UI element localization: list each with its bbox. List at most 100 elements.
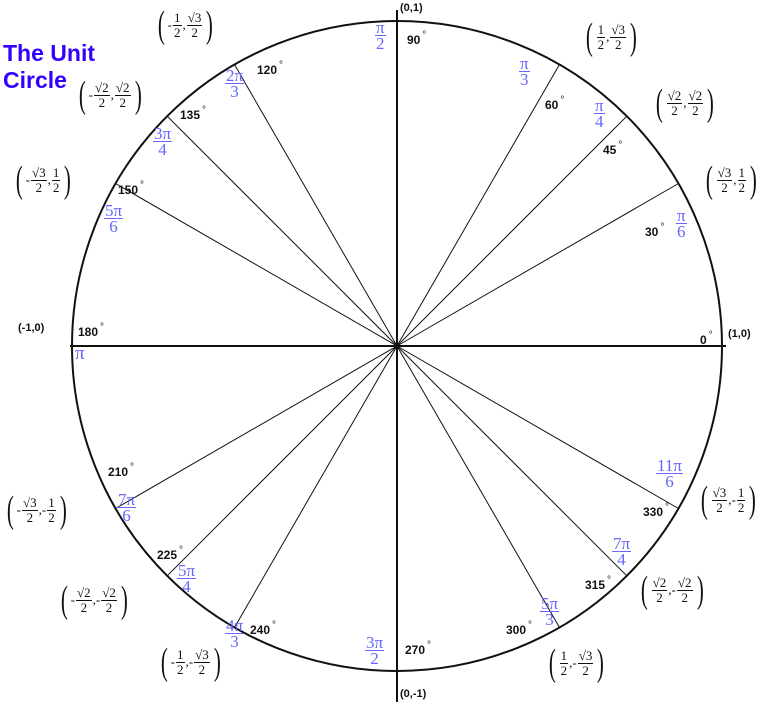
fraction-numerator: √2	[651, 574, 668, 591]
radius-line-30	[396, 183, 679, 347]
degree-value: 315	[585, 578, 606, 592]
degree-value: 240	[250, 623, 271, 637]
fraction-denominator: 2	[582, 662, 589, 678]
radian-denominator: 3	[545, 610, 554, 629]
right-paren: )	[749, 479, 757, 521]
sign: -	[731, 492, 736, 507]
radius-line-300	[396, 345, 560, 628]
fraction-numerator: 1	[173, 9, 182, 26]
radian-denominator: 4	[595, 112, 604, 131]
left-paren: (	[160, 641, 168, 683]
radian-denominator: 2	[370, 649, 379, 668]
coordinate-label-60: (1 2, √3 2)	[583, 16, 640, 58]
coordinate-fraction: √3 2	[610, 22, 627, 52]
degree-symbol: °	[202, 105, 207, 116]
degree-symbol: °	[279, 60, 284, 71]
degree-label-30: 30 °	[645, 222, 664, 239]
right-paren: )	[59, 489, 67, 531]
comma: ,	[110, 87, 114, 102]
radius-line-330	[396, 345, 679, 509]
coordinate-label-240: (-1 2, - √3 2)	[158, 641, 223, 683]
coordinate-label-180: (-1,0)	[18, 322, 45, 334]
degree-label-330: 330 °	[643, 502, 669, 519]
right-paren: )	[629, 16, 637, 58]
left-paren: (	[655, 82, 663, 124]
right-paren: )	[64, 159, 72, 201]
degree-symbol: °	[130, 462, 135, 473]
fraction-numerator: √2	[114, 79, 131, 96]
fraction-denominator: 2	[597, 36, 605, 52]
coordinate-label-150: (- √3 2, 1 2)	[13, 159, 74, 201]
coordinate-fraction: √2 2	[101, 585, 117, 615]
radius-line-225	[166, 345, 398, 577]
coordinate-fraction: √3 2	[186, 10, 203, 40]
fraction-denominator: 2	[174, 24, 181, 40]
degree-label-300: 300 °	[506, 620, 532, 637]
degree-label-90: 90 °	[407, 30, 426, 47]
sign: -	[70, 592, 75, 607]
comma: ,	[606, 29, 610, 44]
coordinate-fraction: 12	[596, 22, 606, 52]
left-paren: (	[15, 159, 23, 201]
radian-denominator: 6	[677, 222, 686, 241]
radian-denominator: 6	[122, 506, 131, 525]
degree-label-180: 180 °	[78, 322, 104, 339]
radian-denominator: 3	[230, 632, 239, 651]
degree-label-45: 45 °	[603, 140, 622, 157]
coordinate-fraction: 12	[736, 484, 746, 515]
right-paren: )	[213, 641, 221, 683]
degree-value: 135	[180, 108, 201, 122]
radian-label-90: π2	[375, 19, 386, 52]
coordinate-fraction: 12	[47, 495, 56, 525]
left-paren: (	[705, 159, 713, 201]
fraction-denominator: 2	[614, 36, 622, 52]
coordinate-label-120: (-1 2, √3 2)	[155, 6, 216, 44]
fraction-denominator: 2	[98, 94, 106, 110]
coordinate-fraction: 12	[176, 647, 185, 677]
coordinate-label-330: (√3 2, -1 2)	[698, 479, 759, 521]
fraction-numerator: 1	[736, 484, 746, 501]
fraction-numerator: √2	[666, 87, 683, 104]
fraction-denominator: 2	[35, 179, 43, 195]
coordinate-fraction: √3 2	[711, 485, 728, 515]
degree-label-0: 0 °	[700, 330, 713, 347]
left-paren: (	[60, 579, 68, 621]
coordinate-label-30: (√3 2, 1 2)	[703, 159, 760, 201]
fraction-numerator: √3	[194, 646, 210, 663]
sign: -	[88, 87, 93, 102]
fraction-numerator: √3	[22, 494, 38, 511]
coordinate-fraction: √2 2	[651, 574, 668, 605]
comma: ,	[683, 95, 687, 110]
coordinate-label-225: (- √2 2, - √2 2)	[58, 579, 131, 621]
degree-value: 0	[700, 333, 707, 347]
degree-symbol: °	[607, 575, 612, 586]
degree-symbol: °	[618, 140, 623, 151]
fraction-denominator: 2	[119, 94, 126, 110]
coordinate-fraction: 12	[559, 647, 569, 678]
right-paren: )	[597, 642, 605, 684]
degree-value: 45	[603, 143, 617, 157]
radius-line-120	[234, 64, 398, 347]
degree-value: 120	[257, 63, 278, 77]
coordinate-label-270: (0,-1)	[400, 688, 427, 700]
radian-label-45: π4	[594, 97, 605, 131]
degree-symbol: °	[560, 95, 565, 106]
radian-label-30: π6	[676, 207, 687, 241]
fraction-numerator: √2	[687, 87, 704, 104]
radian-denominator: 3	[520, 70, 529, 89]
sign: -	[16, 502, 21, 517]
fraction-denominator: 2	[716, 499, 723, 515]
fraction-denominator: 2	[52, 179, 60, 195]
fraction-numerator: 1	[51, 164, 61, 181]
right-paren: )	[134, 74, 142, 116]
degree-symbol: °	[179, 545, 184, 556]
right-paren: )	[120, 579, 128, 621]
degree-label-120: 120 °	[257, 60, 283, 77]
fraction-denominator: 2	[737, 499, 745, 515]
coordinate-fraction: √2 2	[687, 87, 704, 118]
unit-circle-diagram: The Unit Circle 0 ° (1,0) 30 ° π 6(√3 2, 1 2) 45 ° π…	[0, 0, 768, 709]
degree-label-225: 225 °	[157, 545, 183, 562]
degree-value: 30	[645, 225, 659, 239]
fraction-numerator: 1	[559, 647, 569, 664]
degree-symbol: °	[272, 620, 277, 631]
